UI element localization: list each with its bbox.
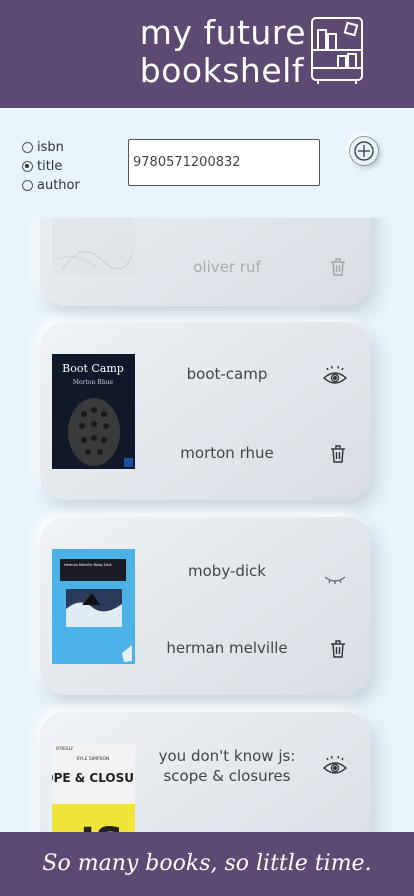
app-header: my future bookshelf	[0, 0, 414, 108]
cover-author: KYLE SIMPSON	[77, 756, 110, 762]
book-author: oliver ruf	[193, 258, 261, 276]
book-card: Herman Melville Moby Dick moby-dick herm…	[40, 517, 371, 695]
plus-circle-icon	[354, 141, 374, 161]
book-title: you don't know js: scope & closures	[158, 747, 296, 785]
cover-title: Boot Camp	[62, 362, 124, 375]
radio-button[interactable]	[22, 142, 33, 153]
radio-label: isbn	[37, 140, 64, 155]
book-cover: Boot Camp Morton Rhue	[52, 354, 135, 469]
book-card: oliver ruf	[40, 218, 371, 306]
book-cover	[52, 218, 135, 275]
radio-author[interactable]: author	[22, 176, 80, 195]
book-card: Boot Camp Morton Rhue boot-camp morton r…	[40, 322, 371, 500]
footer-tagline: So many books, so little time.	[42, 851, 372, 876]
brand-line-2: bookshelf	[139, 51, 304, 90]
trash-icon[interactable]	[330, 640, 346, 658]
radio-button-checked[interactable]	[22, 161, 33, 172]
book-list: oliver ruf Boot Camp Morton Rhue boot-ca…	[0, 218, 414, 832]
radio-label: author	[37, 178, 80, 193]
radio-isbn[interactable]: isbn	[22, 138, 80, 157]
radio-title[interactable]: title	[22, 157, 80, 176]
search-input[interactable]	[128, 139, 320, 186]
eye-closed-icon[interactable]	[322, 567, 348, 593]
add-book-button[interactable]	[349, 136, 379, 166]
app-footer: So many books, so little time.	[0, 832, 414, 896]
brand-title: my future bookshelf	[140, 14, 306, 90]
book-cover: Herman Melville Moby Dick	[52, 549, 135, 664]
radio-button[interactable]	[22, 180, 33, 191]
book-title: moby-dick	[188, 562, 266, 580]
trash-icon[interactable]	[330, 445, 346, 463]
cover-author: Morton Rhue	[73, 379, 114, 386]
cover-mark: JS	[77, 820, 124, 832]
trash-icon[interactable]	[330, 258, 346, 276]
brand-line-1: my future	[139, 13, 306, 52]
book-card: O'REILLY KYLE SIMPSON SCOPE & CLOSURES J…	[40, 712, 371, 832]
bookshelf-icon	[311, 17, 363, 84]
eye-open-icon[interactable]	[322, 364, 348, 390]
cover-title: Herman Melville Moby Dick	[64, 563, 113, 567]
search-type-group: isbn title author	[22, 138, 80, 195]
cover-brand: O'REILLY	[56, 746, 74, 751]
radio-label: title	[37, 159, 63, 174]
cover-title: SCOPE & CLOSURES	[52, 771, 135, 785]
eye-open-icon[interactable]	[322, 754, 348, 780]
search-bar: isbn title author	[0, 108, 414, 218]
book-title: boot-camp	[186, 365, 268, 383]
book-author: morton rhue	[180, 444, 274, 462]
book-cover: O'REILLY KYLE SIMPSON SCOPE & CLOSURES J…	[52, 744, 135, 832]
book-author: herman melville	[166, 639, 288, 657]
